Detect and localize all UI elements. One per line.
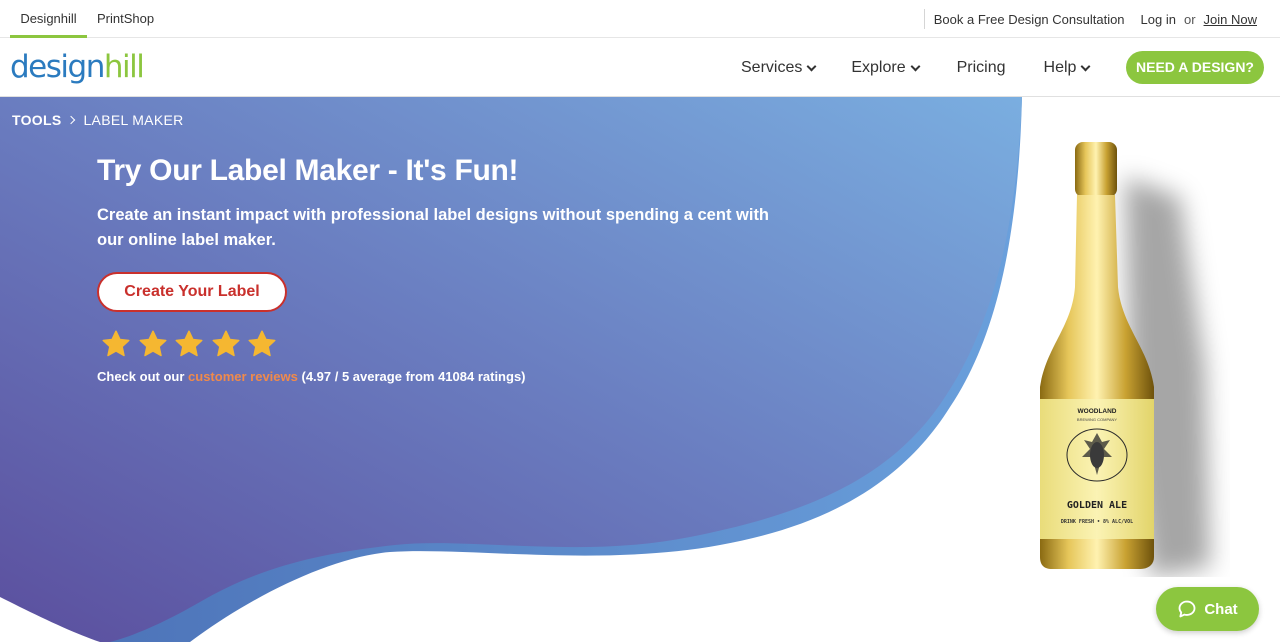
customer-reviews-link[interactable]: customer reviews <box>188 369 298 384</box>
star-icon <box>102 330 130 357</box>
star-icon <box>175 330 203 357</box>
designhill-logo[interactable]: design hill <box>10 49 145 85</box>
page-title: Try Our Label Maker - It's Fun! <box>97 154 519 187</box>
reviews-stats: (4.97 / 5 average from 41084 ratings) <box>301 369 526 384</box>
rating-stars <box>101 329 284 359</box>
chevron-right-icon <box>67 115 76 125</box>
bottle-image: WOODLAND BREWING COMPANY GOLDEN ALE DRIN… <box>1040 142 1210 577</box>
chevron-down-icon <box>806 61 817 71</box>
nav-pricing[interactable]: Pricing <box>957 59 1006 77</box>
nav-explore-label: Explore <box>851 59 906 76</box>
book-consultation-link[interactable]: Book a Free Design Consultation <box>934 12 1125 27</box>
star-icon <box>139 330 166 357</box>
nav-services-label: Services <box>741 59 803 76</box>
top-utility-bar: Designhill PrintShop Book a Free Design … <box>0 0 1280 38</box>
label-product: GOLDEN ALE <box>1067 500 1127 511</box>
tab-designhill[interactable]: Designhill <box>10 0 87 38</box>
join-now-link[interactable]: Join Now <box>1204 12 1257 27</box>
breadcrumb: TOOLS LABEL MAKER <box>12 112 184 128</box>
label-brand: WOODLAND <box>1078 408 1117 415</box>
login-link[interactable]: Log in <box>1141 12 1176 27</box>
hero-section: TOOLS LABEL MAKER Try Our Label Maker - … <box>0 97 1280 642</box>
logo-part-design: design <box>10 49 105 85</box>
hero-subtitle: Create an instant impact with profession… <box>97 206 770 249</box>
nav-help[interactable]: Help <box>1043 59 1091 77</box>
breadcrumb-current: LABEL MAKER <box>83 112 184 128</box>
breadcrumb-tools[interactable]: TOOLS <box>12 112 61 128</box>
star-icon <box>212 330 239 357</box>
chat-bubble-icon <box>1178 600 1196 618</box>
chevron-down-icon <box>1080 61 1091 71</box>
label-tagline: DRINK FRESH • 8% ALC/VOL <box>1061 519 1133 525</box>
label-company: BREWING COMPANY <box>1077 417 1117 422</box>
tab-printshop[interactable]: PrintShop <box>97 0 154 38</box>
nav-explore[interactable]: Explore <box>851 59 921 77</box>
create-your-label-button[interactable]: Create Your Label <box>97 272 287 312</box>
reviews-prefix: Check out our <box>97 369 185 384</box>
divider <box>923 9 925 29</box>
nav-help-label: Help <box>1043 59 1077 76</box>
account-links: Book a Free Design Consultation Log in o… <box>923 0 1257 38</box>
need-a-design-button[interactable]: NEED A DESIGN? <box>1126 51 1264 84</box>
nav-pricing-label: Pricing <box>956 59 1006 76</box>
chat-button[interactable]: Chat <box>1156 587 1259 631</box>
nav-services[interactable]: Services <box>741 59 817 77</box>
logo-part-hill: hill <box>103 49 145 85</box>
star-icon <box>248 330 276 357</box>
chevron-down-icon <box>910 61 921 71</box>
main-navbar: design hill Services Explore Pricing Help… <box>0 39 1280 97</box>
reviews-summary: Check out our customer reviews (4.97 / 5… <box>97 369 526 384</box>
or-text: or <box>1183 11 1196 27</box>
nav-menu: Services Explore Pricing Help <box>741 39 1091 97</box>
chat-label: Chat <box>1204 600 1238 618</box>
